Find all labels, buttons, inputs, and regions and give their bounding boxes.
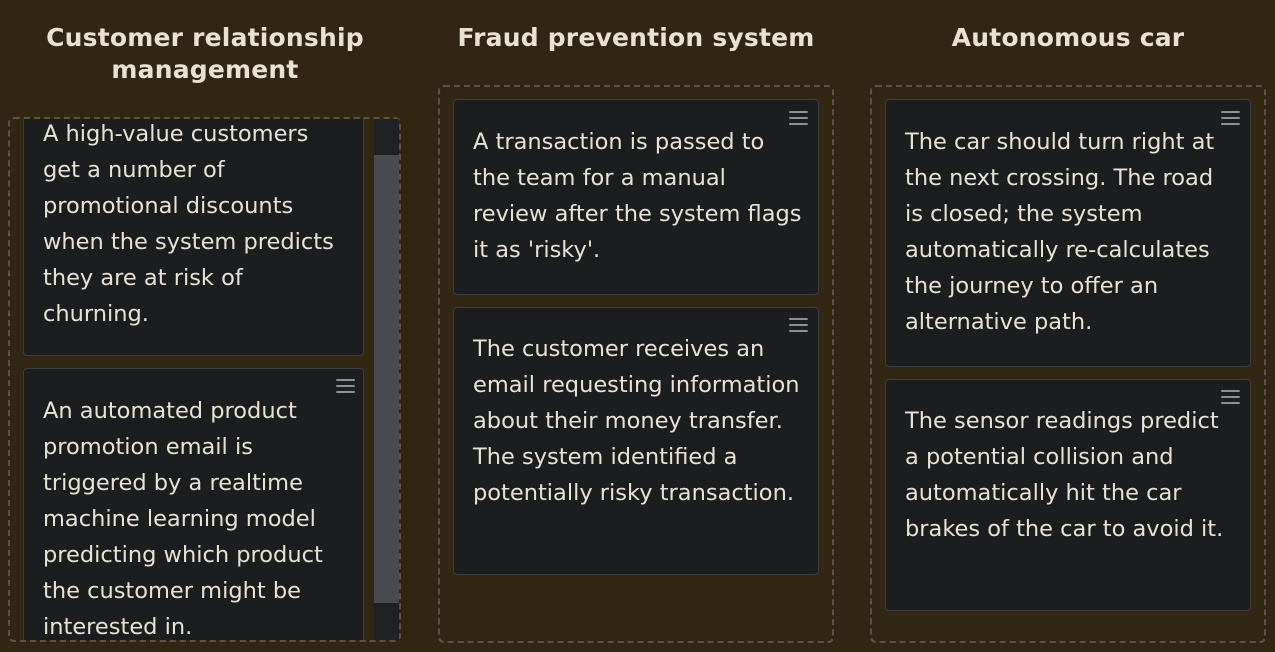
card-fraud-1[interactable]: A transaction is passed to the team for …: [453, 99, 819, 295]
column-title-crm: Customer relationship management: [46, 23, 364, 84]
card-text: The car should turn right at the next cr…: [905, 129, 1215, 335]
card-text: A transaction is passed to the team for …: [473, 129, 802, 263]
card-text: An automated product promotion email is …: [43, 398, 323, 640]
scroll-area-crm[interactable]: A high-value customers get a number of p…: [10, 119, 399, 640]
card-crm-1[interactable]: A high-value customers get a number of p…: [23, 119, 364, 356]
card-autonomous-2[interactable]: The sensor readings predict a potential …: [885, 379, 1251, 611]
drag-handle-icon[interactable]: [789, 318, 808, 332]
drop-zone-fraud[interactable]: A transaction is passed to the team for …: [438, 85, 834, 643]
drag-handle-icon[interactable]: [1221, 111, 1240, 125]
drag-handle-icon[interactable]: [336, 379, 355, 393]
drag-handle-icon[interactable]: [789, 111, 808, 125]
scrollbar-thumb[interactable]: [374, 155, 399, 603]
card-fraud-2[interactable]: The customer receives an email requestin…: [453, 307, 819, 575]
sorting-board: Customer relationship management A high-…: [0, 0, 1275, 652]
column-title-fraud: Fraud prevention system: [457, 23, 815, 52]
card-crm-2[interactable]: An automated product promotion email is …: [23, 368, 364, 640]
card-text: The customer receives an email requestin…: [473, 336, 800, 506]
card-text: A high-value customers get a number of p…: [43, 121, 334, 327]
column-title-autonomous: Autonomous car: [951, 23, 1185, 52]
card-autonomous-1[interactable]: The car should turn right at the next cr…: [885, 99, 1251, 367]
drop-zone-autonomous[interactable]: The car should turn right at the next cr…: [870, 85, 1266, 643]
drag-handle-icon[interactable]: [1221, 390, 1240, 404]
drop-zone-crm[interactable]: A high-value customers get a number of p…: [8, 117, 401, 642]
scrollbar-track[interactable]: [374, 119, 399, 640]
card-text: The sensor readings predict a potential …: [905, 408, 1224, 542]
